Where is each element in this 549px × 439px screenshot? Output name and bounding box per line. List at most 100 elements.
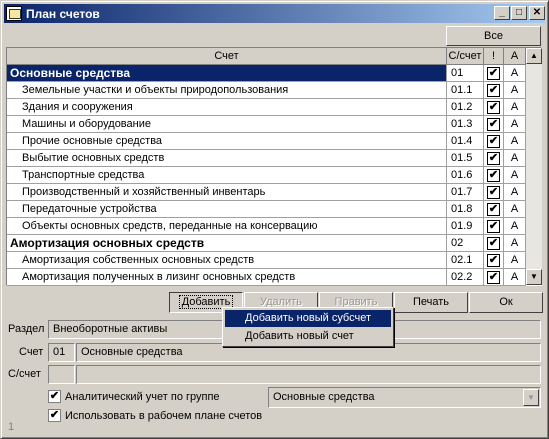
chart-of-accounts-window: План счетов _ □ ✕ Все Счет С/счет ! А Ос…: [0, 0, 549, 439]
checkmark-icon[interactable]: ✔: [487, 203, 500, 216]
account-name-cell: Земельные участки и объекты природопольз…: [7, 82, 447, 99]
column-header-mark[interactable]: !: [484, 48, 504, 65]
account-name-cell: Здания и сооружения: [7, 99, 447, 116]
active-checkbox-cell[interactable]: ✔: [484, 150, 504, 167]
account-code-cell: 01.9: [447, 218, 484, 235]
type-a-cell: А: [504, 167, 526, 184]
account-name-cell: Амортизация полученных в лизинг основных…: [7, 269, 447, 286]
account-name-cell: Объекты основных средств, переданные на …: [7, 218, 447, 235]
window-title: План счетов: [26, 7, 100, 21]
active-checkbox-cell[interactable]: ✔: [484, 235, 504, 252]
table-row[interactable]: Машины и оборудование 01.3 ✔ А: [7, 116, 526, 133]
active-checkbox-cell[interactable]: ✔: [484, 201, 504, 218]
chevron-down-icon[interactable]: ▼: [523, 389, 539, 406]
account-name-cell: Машины и оборудование: [7, 116, 447, 133]
column-header-subaccount[interactable]: С/счет: [447, 48, 484, 65]
checkmark-icon[interactable]: ✔: [487, 67, 500, 80]
account-name-cell: Основные средства: [7, 65, 447, 82]
column-header-account[interactable]: Счет: [7, 48, 447, 65]
table-row[interactable]: Производственный и хозяйственный инвента…: [7, 184, 526, 201]
type-a-cell: А: [504, 65, 526, 82]
vertical-scrollbar[interactable]: ▲ ▼: [526, 48, 542, 285]
status-text: 1: [8, 421, 15, 433]
account-code-cell: 01: [447, 65, 484, 82]
maximize-button[interactable]: □: [511, 6, 527, 20]
type-a-cell: А: [504, 82, 526, 99]
checkmark-icon[interactable]: ✔: [487, 84, 500, 97]
analytic-group-value: Основные средства: [273, 391, 375, 403]
accounts-grid: Счет С/счет ! А Основные средства 01 ✔ А Зем…: [6, 47, 542, 286]
account-code-cell: 01.6: [447, 167, 484, 184]
table-row[interactable]: Выбытие основных средств 01.5 ✔ А: [7, 150, 526, 167]
account-code-cell: 01.7: [447, 184, 484, 201]
checkmark-icon[interactable]: ✔: [487, 118, 500, 131]
type-a-cell: А: [504, 184, 526, 201]
type-a-cell: А: [504, 201, 526, 218]
close-button[interactable]: ✕: [529, 6, 545, 20]
active-checkbox-cell[interactable]: ✔: [484, 65, 504, 82]
checkmark-icon[interactable]: ✔: [487, 169, 500, 182]
checkmark-icon[interactable]: ✔: [487, 135, 500, 148]
scroll-up-button[interactable]: ▲: [526, 48, 542, 64]
active-checkbox-cell[interactable]: ✔: [484, 167, 504, 184]
active-checkbox-cell[interactable]: ✔: [484, 99, 504, 116]
account-code-field: 01: [48, 343, 75, 362]
checkmark-icon[interactable]: ✔: [487, 152, 500, 165]
analytic-group-select[interactable]: Основные средства ▼: [268, 387, 541, 408]
subaccount-code-field: [48, 365, 75, 384]
type-a-cell: А: [504, 269, 526, 286]
show-all-button[interactable]: Все: [446, 26, 541, 46]
active-checkbox-cell[interactable]: ✔: [484, 252, 504, 269]
print-button[interactable]: Печать: [394, 292, 468, 313]
checkmark-icon[interactable]: ✔: [487, 186, 500, 199]
table-row[interactable]: Амортизация полученных в лизинг основных…: [7, 269, 526, 286]
account-name-cell: Транспортные средства: [7, 167, 447, 184]
table-row[interactable]: Амортизация основных средств 02 ✔ А: [7, 235, 526, 252]
analytic-accounting-label[interactable]: Аналитический учет по группе: [65, 391, 220, 403]
table-row[interactable]: Транспортные средства 01.6 ✔ А: [7, 167, 526, 184]
checkmark-icon[interactable]: ✔: [487, 254, 500, 267]
account-name-cell: Амортизация собственных основных средств: [7, 252, 447, 269]
type-a-cell: А: [504, 99, 526, 116]
account-code-cell: 02.2: [447, 269, 484, 286]
account-code-cell: 02.1: [447, 252, 484, 269]
account-code-cell: 02: [447, 235, 484, 252]
scroll-down-button[interactable]: ▼: [526, 269, 542, 285]
table-row[interactable]: Основные средства 01 ✔ А: [7, 65, 526, 82]
table-row[interactable]: Здания и сооружения 01.2 ✔ А: [7, 99, 526, 116]
table-row[interactable]: Передаточные устройства 01.8 ✔ А: [7, 201, 526, 218]
active-checkbox-cell[interactable]: ✔: [484, 82, 504, 99]
account-code-cell: 01.4: [447, 133, 484, 150]
type-a-cell: А: [504, 116, 526, 133]
add-popup-menu: Добавить новый субсчет Добавить новый сч…: [222, 307, 394, 347]
type-a-cell: А: [504, 235, 526, 252]
active-checkbox-cell[interactable]: ✔: [484, 269, 504, 286]
account-code-cell: 01.8: [447, 201, 484, 218]
active-checkbox-cell[interactable]: ✔: [484, 184, 504, 201]
checkmark-icon[interactable]: ✔: [487, 237, 500, 250]
column-header-a[interactable]: А: [504, 48, 526, 65]
analytic-accounting-checkbox[interactable]: ✔: [48, 390, 61, 403]
active-checkbox-cell[interactable]: ✔: [484, 116, 504, 133]
active-checkbox-cell[interactable]: ✔: [484, 133, 504, 150]
account-code-cell: 01.1: [447, 82, 484, 99]
account-code-cell: 01.5: [447, 150, 484, 167]
title-bar[interactable]: План счетов _ □ ✕: [4, 4, 545, 23]
account-name-cell: Производственный и хозяйственный инвента…: [7, 184, 447, 201]
checkmark-icon[interactable]: ✔: [487, 101, 500, 114]
active-checkbox-cell[interactable]: ✔: [484, 218, 504, 235]
table-row[interactable]: Прочие основные средства 01.4 ✔ А: [7, 133, 526, 150]
menu-item-add-subaccount[interactable]: Добавить новый субсчет: [225, 310, 391, 327]
account-code-cell: 01.3: [447, 116, 484, 133]
use-in-plan-label[interactable]: Использовать в рабочем плане счетов: [65, 410, 262, 422]
minimize-button[interactable]: _: [494, 6, 510, 20]
section-label: Раздел: [8, 323, 45, 335]
checkmark-icon[interactable]: ✔: [487, 220, 500, 233]
ok-button[interactable]: Ок: [469, 292, 543, 313]
use-in-plan-checkbox[interactable]: ✔: [48, 409, 61, 422]
table-row[interactable]: Амортизация собственных основных средств…: [7, 252, 526, 269]
menu-item-add-account[interactable]: Добавить новый счет: [225, 328, 391, 345]
table-row[interactable]: Объекты основных средств, переданные на …: [7, 218, 526, 235]
checkmark-icon[interactable]: ✔: [487, 271, 500, 284]
table-row[interactable]: Земельные участки и объекты природопольз…: [7, 82, 526, 99]
